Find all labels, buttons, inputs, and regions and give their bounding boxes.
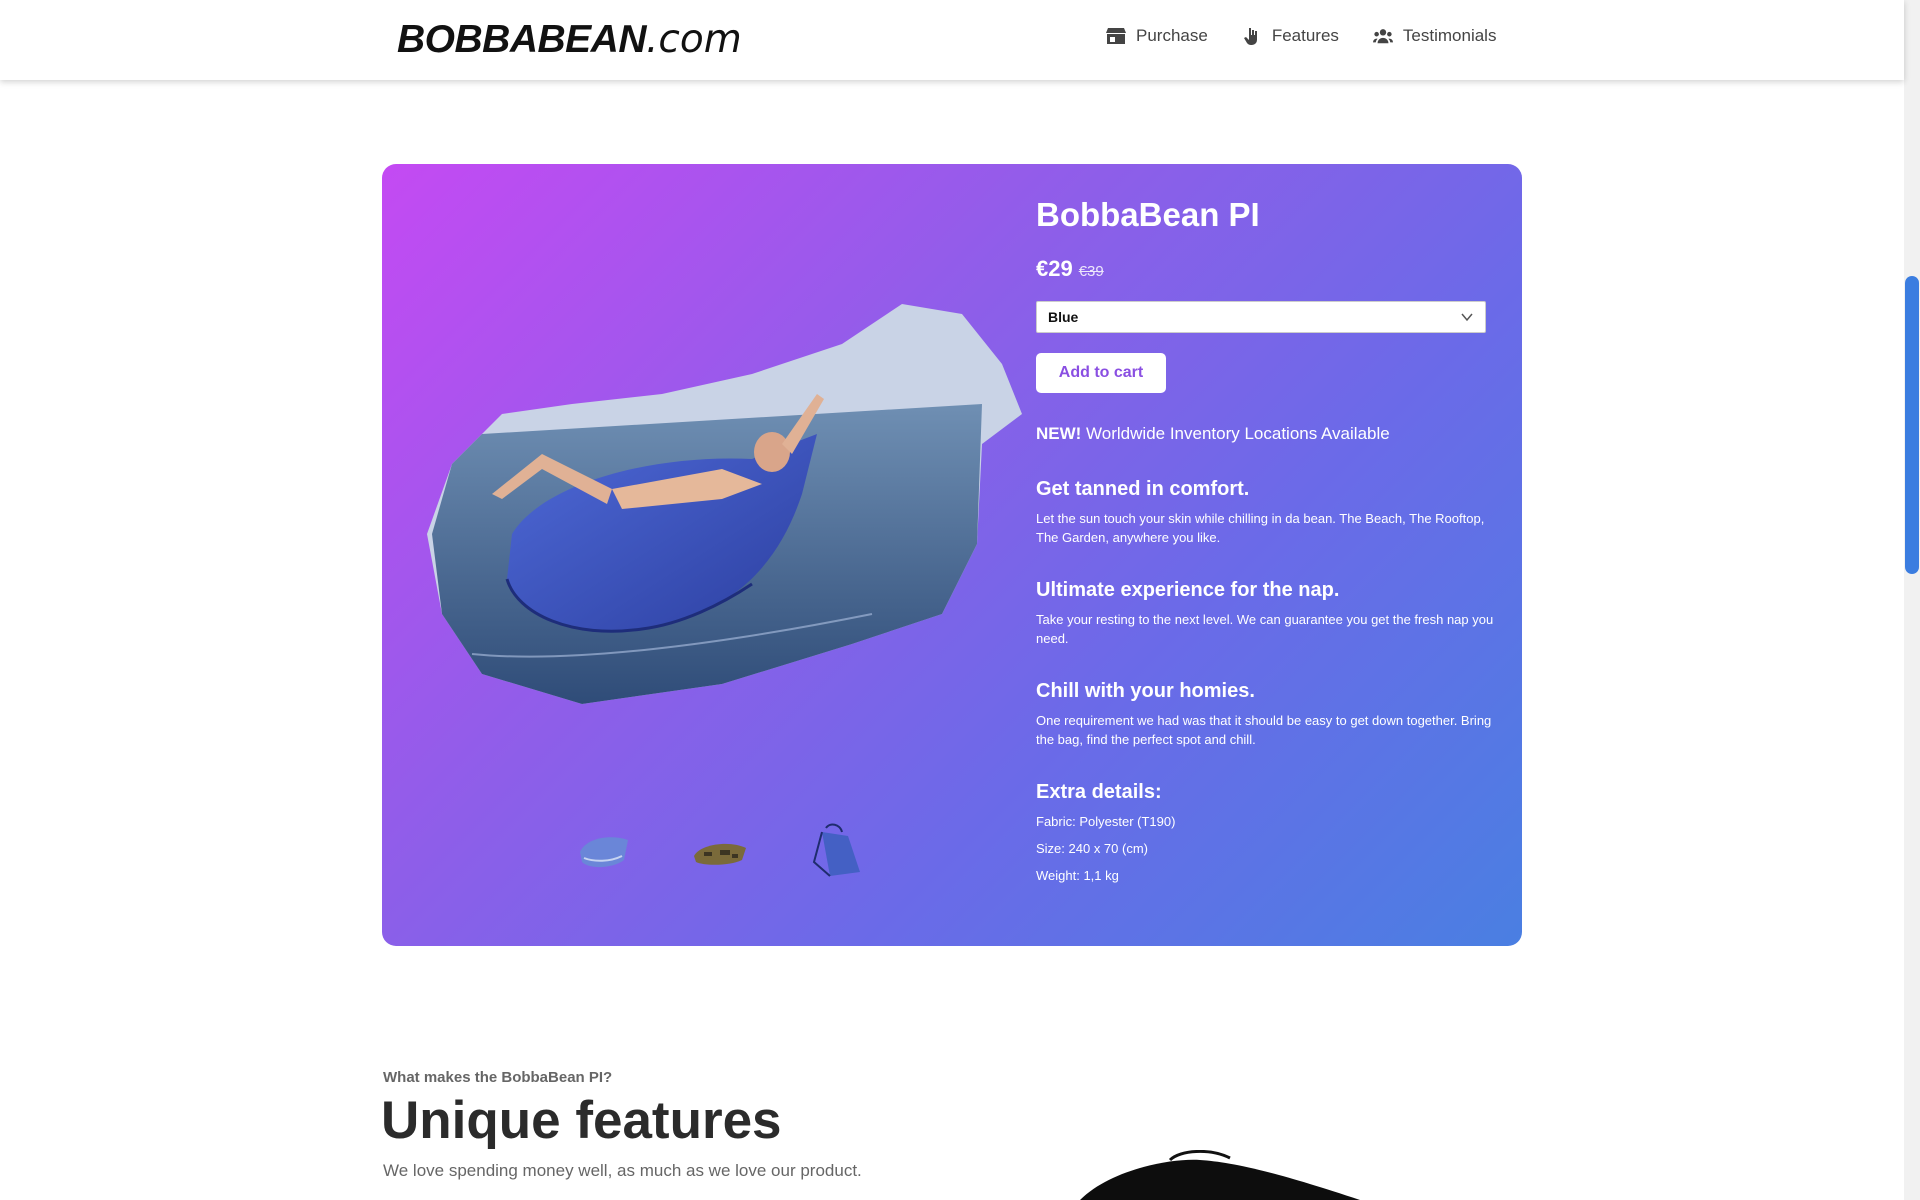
chevron-down-icon xyxy=(1461,313,1473,322)
feature-heading-tanned: Get tanned in comfort. xyxy=(1036,478,1250,500)
color-select-value: Blue xyxy=(1048,309,1079,325)
product-title: BobbaBean PI xyxy=(1036,196,1260,233)
color-select[interactable]: Blue xyxy=(1036,301,1486,333)
features-heading: Unique features xyxy=(381,1091,782,1150)
bag-image-partial xyxy=(1080,1150,1360,1200)
current-price: €29 xyxy=(1036,256,1073,281)
feature-heading-homies: Chill with your homies. xyxy=(1036,680,1255,702)
scrollbar-thumb[interactable] xyxy=(1905,276,1919,574)
logo-brand: BOBBABEAN xyxy=(397,18,647,61)
main-nav: Purchase Features Testimonials xyxy=(1106,26,1496,46)
feature-text-nap: Take your resting to the next level. We … xyxy=(1036,612,1494,646)
features-subtext: We love spending money well, as much as … xyxy=(383,1161,862,1180)
feature-text-tanned: Let the sun touch your skin while chilli… xyxy=(1036,511,1485,545)
product-card: BobbaBean PI €29 €39 Blue Add to cart NEW… xyxy=(382,164,1522,946)
nav-testimonials-label: Testimonials xyxy=(1402,26,1497,45)
product-price: €29 €39 xyxy=(1036,256,1104,282)
nav-testimonials[interactable]: Testimonials xyxy=(1372,26,1497,46)
product-hero-image xyxy=(427,304,1022,704)
add-to-cart-button[interactable]: Add to cart xyxy=(1036,353,1166,393)
product-thumbnails xyxy=(574,822,866,878)
detail-weight: Weight: 1,1 kg xyxy=(1036,868,1119,883)
detail-size: Size: 240 x 70 (cm) xyxy=(1036,841,1148,856)
detail-fabric: Fabric: Polyester (T190) xyxy=(1036,814,1176,829)
notice-text: Worldwide Inventory Locations Available xyxy=(1081,424,1390,443)
scrollbar-track[interactable] xyxy=(1904,0,1920,1200)
nav-features-label: Features xyxy=(1271,26,1339,45)
feature-heading-nap: Ultimate experience for the nap. xyxy=(1036,579,1340,601)
notice-badge: NEW! xyxy=(1036,424,1082,443)
site-logo[interactable]: BOBBABEAN.com xyxy=(397,18,742,62)
nav-purchase[interactable]: Purchase xyxy=(1106,26,1208,46)
store-icon xyxy=(1106,28,1126,44)
thumbnail-camo-bag[interactable] xyxy=(690,822,750,878)
inventory-notice: NEW! Worldwide Inventory Locations Avail… xyxy=(1036,424,1390,444)
feature-text-homies: One requirement we had was that it shoul… xyxy=(1036,713,1492,747)
logo-tld: .com xyxy=(646,17,742,62)
nav-features[interactable]: Features xyxy=(1242,26,1339,46)
features-eyebrow: What makes the BobbaBean PI? xyxy=(383,1069,613,1086)
old-price: €39 xyxy=(1078,263,1104,280)
details-heading: Extra details: xyxy=(1036,781,1162,803)
thumbnail-blue-bag[interactable] xyxy=(574,822,634,878)
hand-icon xyxy=(1243,28,1257,45)
users-icon xyxy=(1372,29,1393,44)
nav-purchase-label: Purchase xyxy=(1136,26,1208,45)
site-header: BOBBABEAN.com Purchase Features Testimon… xyxy=(0,0,1904,80)
thumbnail-carry-bag[interactable] xyxy=(806,822,866,878)
